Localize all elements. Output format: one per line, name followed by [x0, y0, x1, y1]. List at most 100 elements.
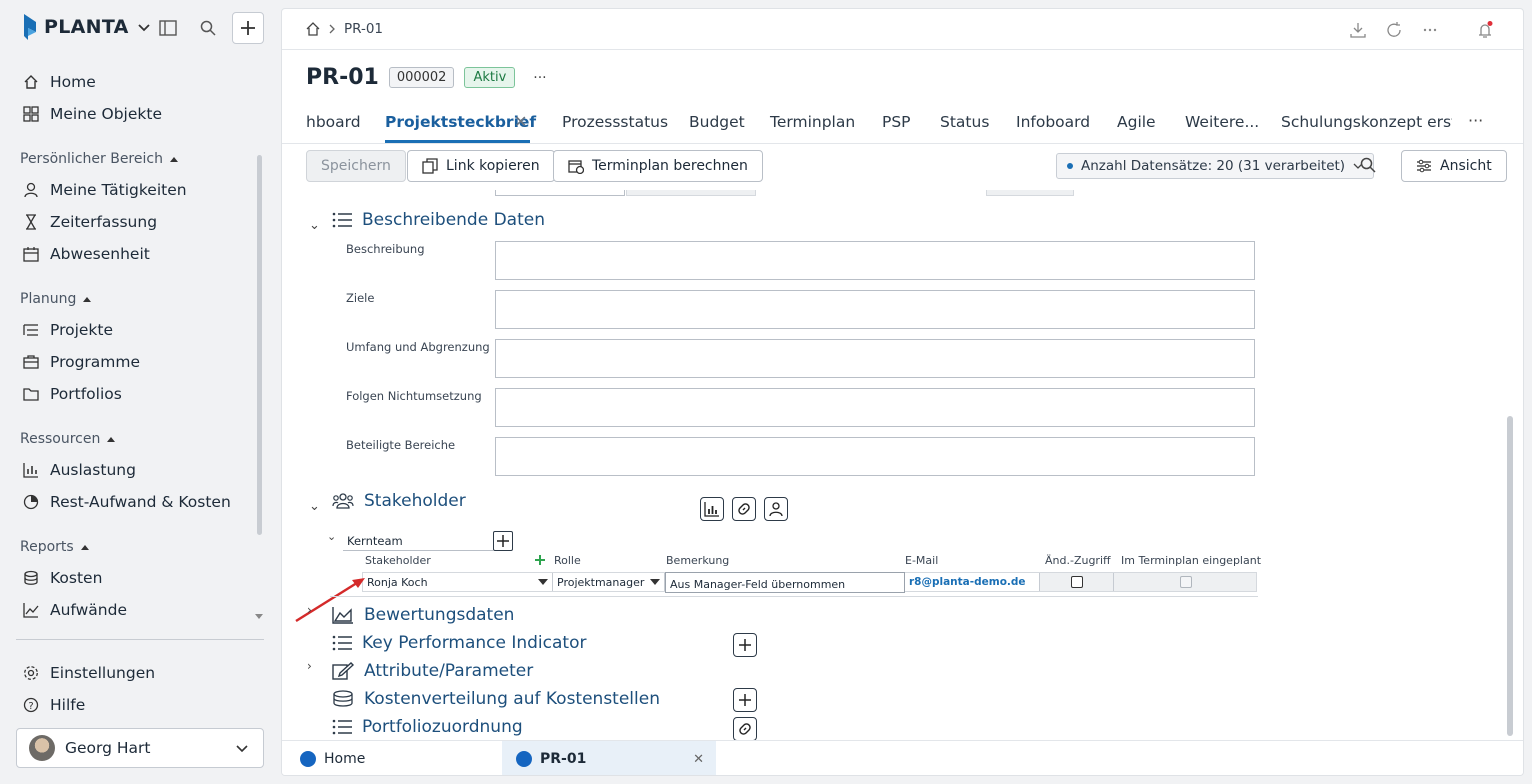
- section-bewertungsdaten[interactable]: Bewertungsdaten: [332, 605, 514, 625]
- chevron-up-icon: [107, 437, 116, 442]
- sidebar-item-taetigkeiten[interactable]: Meine Tätigkeiten: [22, 178, 187, 202]
- sidebar-group-planung[interactable]: Planung: [20, 291, 92, 307]
- sidebar-group-reports[interactable]: Reports: [20, 539, 90, 555]
- section-title: Attribute/Parameter: [364, 661, 534, 681]
- remark-input[interactable]: Aus Manager-Feld übernommen: [665, 572, 905, 593]
- section-stakeholder[interactable]: Stakeholder: [332, 491, 466, 511]
- close-icon[interactable]: ✕: [693, 752, 704, 767]
- sidebar-item-label: Portfolios: [50, 385, 122, 403]
- tab-status[interactable]: Status: [940, 113, 989, 131]
- collapse-chevron-icon[interactable]: ⌄: [309, 499, 320, 514]
- stakeholder-person-button[interactable]: [764, 497, 788, 521]
- sidebar-item-programme[interactable]: Programme: [22, 350, 140, 374]
- portfolio-link-button[interactable]: [733, 717, 757, 740]
- content-scrollbar[interactable]: [1507, 416, 1513, 736]
- sidebar-item-abwesenheit[interactable]: Abwesenheit: [22, 242, 150, 266]
- section-attribute[interactable]: Attribute/Parameter: [332, 661, 533, 681]
- section-kostenverteilung[interactable]: Kostenverteilung auf Kostenstellen: [332, 689, 660, 709]
- tab-schulungskonzept[interactable]: Schulungskonzept erstel: [1281, 113, 1452, 131]
- scroll-down-icon[interactable]: [254, 613, 264, 621]
- more-icon[interactable]: [1421, 21, 1439, 39]
- bell-icon[interactable]: [1457, 21, 1493, 39]
- download-icon[interactable]: [1349, 21, 1367, 39]
- tab-budget[interactable]: Budget: [689, 113, 745, 131]
- create-button[interactable]: [232, 12, 264, 44]
- column-header: Rolle: [554, 554, 581, 567]
- add-cost-center-button[interactable]: [733, 688, 757, 712]
- collapse-chevron-icon[interactable]: ⌄: [327, 530, 336, 543]
- header-more-button[interactable]: ···: [533, 70, 546, 86]
- beschreibung-textarea[interactable]: [495, 241, 1255, 280]
- copy-link-button[interactable]: Link kopieren: [407, 150, 555, 182]
- add-stakeholder-icon[interactable]: [534, 554, 546, 566]
- group-name-field[interactable]: Kernteam: [343, 531, 493, 551]
- section-portfoliozuordnung[interactable]: Portfoliozuordnung: [332, 717, 523, 737]
- coins-icon: [333, 690, 353, 707]
- change-access-checkbox[interactable]: [1071, 576, 1083, 588]
- home-icon[interactable]: [306, 22, 320, 36]
- sidebar-toggle-icon[interactable]: [156, 16, 180, 40]
- tab-close-icon[interactable]: ✕: [514, 112, 527, 131]
- sidebar-item-aufwaende[interactable]: Aufwände: [22, 598, 127, 622]
- calc-schedule-button[interactable]: Terminplan berechnen: [553, 150, 763, 182]
- sidebar-group-persoenlich[interactable]: Persönlicher Bereich: [20, 151, 179, 167]
- tab-more-button[interactable]: ···: [1468, 111, 1483, 130]
- chevron-down-icon[interactable]: [137, 20, 151, 34]
- bereiche-textarea[interactable]: [495, 437, 1255, 476]
- stakeholder-link-button[interactable]: [732, 497, 756, 521]
- tab-prozessstatus[interactable]: Prozessstatus: [562, 113, 668, 131]
- role-select[interactable]: Projektmanager: [553, 573, 665, 591]
- bottom-tab-pr01[interactable]: PR-01 ✕: [502, 741, 716, 775]
- section-beschreibende-daten[interactable]: Beschreibende Daten: [332, 210, 545, 230]
- tab-weitere[interactable]: Weitere...: [1185, 113, 1259, 131]
- tab-dashboard[interactable]: hboard: [306, 113, 361, 131]
- bar-chart-icon: [704, 502, 719, 517]
- sidebar-group-ressourcen[interactable]: Ressourcen: [20, 431, 116, 447]
- save-button[interactable]: Speichern: [306, 150, 406, 182]
- sidebar-item-portfolios[interactable]: Portfolios: [22, 382, 122, 406]
- refresh-icon[interactable]: [1385, 21, 1403, 39]
- sidebar-item-hilfe[interactable]: ? Hilfe: [22, 693, 85, 717]
- user-menu[interactable]: Georg Hart: [16, 728, 264, 768]
- sidebar-item-rest-aufwand[interactable]: Rest-Aufwand & Kosten: [22, 490, 231, 514]
- tab-terminplan[interactable]: Terminplan: [770, 113, 855, 131]
- avatar: [29, 735, 55, 761]
- collapse-chevron-icon[interactable]: ⌄: [309, 218, 320, 233]
- folgen-textarea[interactable]: [495, 388, 1255, 427]
- breadcrumb-current[interactable]: PR-01: [344, 21, 383, 37]
- stakeholder-chart-button[interactable]: [700, 497, 724, 521]
- tab-psp[interactable]: PSP: [882, 113, 911, 131]
- tab-agile[interactable]: Agile: [1117, 113, 1156, 131]
- records-dropdown[interactable]: Anzahl Datensätze: 20 (31 verarbeitet): [1056, 153, 1375, 179]
- section-title: Portfoliozuordnung: [362, 717, 523, 737]
- calendar-refresh-icon: [568, 160, 584, 174]
- sidebar-item-home[interactable]: Home: [22, 70, 96, 94]
- chevron-up-icon: [169, 157, 178, 162]
- sidebar-item-projekte[interactable]: Projekte: [22, 318, 113, 342]
- status-badge: Aktiv: [464, 67, 516, 88]
- expand-chevron-icon[interactable]: ›: [307, 603, 312, 617]
- sidebar-item-auslastung[interactable]: Auslastung: [22, 458, 136, 482]
- view-button[interactable]: Ansicht: [1401, 150, 1507, 182]
- bar-chart-icon: [22, 461, 40, 479]
- add-kpi-button[interactable]: [733, 633, 757, 657]
- expand-chevron-icon[interactable]: ›: [307, 659, 312, 673]
- search-icon[interactable]: [196, 16, 220, 40]
- folder-icon: [22, 385, 40, 403]
- sidebar-item-zeiterfassung[interactable]: Zeiterfassung: [22, 210, 157, 234]
- stakeholder-select[interactable]: Ronja Koch: [363, 573, 553, 591]
- search-icon[interactable]: [1360, 157, 1376, 173]
- sidebar-item-kosten[interactable]: Kosten: [22, 566, 102, 590]
- sidebar-scrollbar[interactable]: [257, 155, 262, 535]
- list-icon: [332, 719, 352, 735]
- tab-infoboard[interactable]: Infoboard: [1016, 113, 1090, 131]
- add-group-button[interactable]: [493, 531, 513, 551]
- planta-logo[interactable]: PLANTA: [22, 14, 151, 40]
- section-kpi[interactable]: Key Performance Indicator: [332, 633, 586, 653]
- sidebar-item-meine-objekte[interactable]: Meine Objekte: [22, 102, 162, 126]
- ziele-textarea[interactable]: [495, 290, 1255, 329]
- bottom-tab-home[interactable]: Home: [300, 741, 385, 775]
- sidebar-item-einstellungen[interactable]: Einstellungen: [22, 661, 155, 685]
- email-link[interactable]: r8@planta-demo.de: [905, 573, 1039, 591]
- umfang-textarea[interactable]: [495, 339, 1255, 378]
